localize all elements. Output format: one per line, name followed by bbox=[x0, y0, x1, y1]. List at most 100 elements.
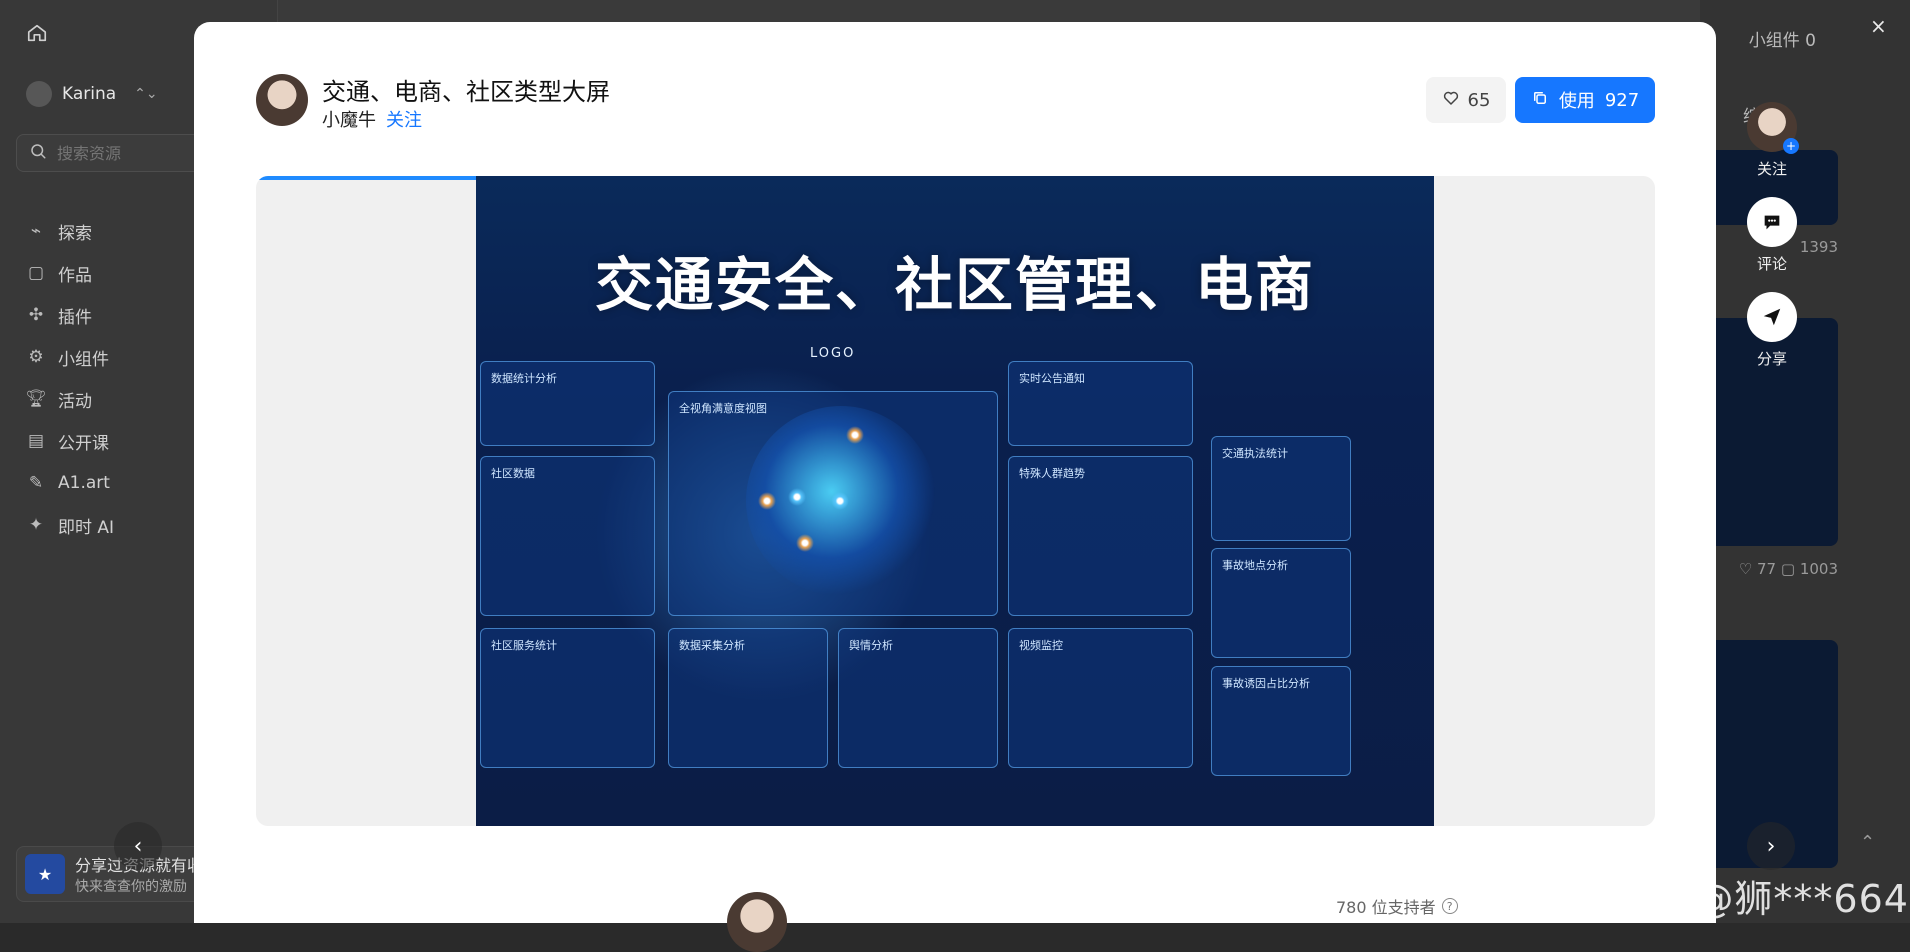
panel-left-top: 数据统计分析 bbox=[480, 361, 655, 446]
hotspot bbox=[831, 492, 849, 510]
work-detail-modal: 交通、电商、社区类型大屏 小魔牛 关注 65 使用 927 交通安全、社区管理、… bbox=[194, 22, 1716, 923]
hotspot bbox=[788, 488, 806, 506]
use-button[interactable]: 使用 927 bbox=[1515, 77, 1655, 123]
supporter-avatar bbox=[727, 892, 787, 952]
chevron-updown-icon: ⌃⌄ bbox=[134, 86, 157, 102]
next-button[interactable]: › bbox=[1747, 822, 1795, 870]
panel-far-right-mid-label: 事故地点分析 bbox=[1222, 557, 1288, 573]
brush-icon: ✎ bbox=[26, 473, 46, 493]
share-icon bbox=[1747, 292, 1797, 342]
panel-right-top-label: 实时公告通知 bbox=[1019, 370, 1085, 386]
panel-left-bottom: 社区服务统计 bbox=[480, 628, 655, 768]
panel-center-bottom-1-label: 数据采集分析 bbox=[679, 637, 745, 653]
explore-icon: ⌁ bbox=[26, 221, 46, 241]
heart-icon bbox=[1442, 89, 1460, 112]
preview-headline: 交通安全、社区管理、电商 bbox=[476, 238, 1434, 322]
panel-right-bottom: 视频监控 bbox=[1008, 628, 1193, 768]
panel-center-label: 全视角满意度视图 bbox=[679, 400, 767, 416]
sidebar-item-label: 活动 bbox=[58, 387, 92, 412]
sidebar-nav: ⌁ 探索 ▢ 作品 ✣ 插件 ⚙ 小组件 🏆︎ 活动 ▤ 公开课 bbox=[26, 210, 114, 546]
user-switcher[interactable]: Karina ⌃⌄ bbox=[26, 80, 158, 108]
author-line: 小魔牛 关注 bbox=[322, 106, 422, 132]
panel-right-bottom-label: 视频监控 bbox=[1019, 637, 1063, 653]
author-avatar[interactable] bbox=[256, 74, 308, 126]
document-icon: ▢ bbox=[26, 263, 46, 283]
sidebar-item-explore[interactable]: ⌁ 探索 bbox=[26, 210, 114, 252]
panel-far-right-mid: 事故地点分析 bbox=[1211, 548, 1351, 658]
preview-image[interactable]: 交通安全、社区管理、电商 LOGO 数据统计分析 社区数据 社区服务统计 全视角… bbox=[476, 176, 1434, 826]
sidebar-item-a1art[interactable]: ✎ A1.art bbox=[26, 462, 114, 504]
work-title: 交通、电商、社区类型大屏 bbox=[322, 72, 610, 107]
thumb-2-stats: ♡ 77 ▢ 1003 bbox=[1739, 560, 1838, 578]
sidebar-item-label: 插件 bbox=[58, 303, 92, 328]
preview-logo: LOGO bbox=[810, 346, 855, 361]
panel-left-top-label: 数据统计分析 bbox=[491, 370, 557, 386]
sidebar-item-instant-ai[interactable]: ✦ 即时 AI bbox=[26, 504, 114, 546]
gear-icon: ⚙ bbox=[26, 347, 46, 367]
supporters-count: 780 位支持者 ? bbox=[1336, 894, 1458, 918]
reward-badge-icon: ★ bbox=[25, 854, 65, 894]
float-comment-label: 评论 bbox=[1757, 253, 1787, 274]
author-name[interactable]: 小魔牛 bbox=[322, 106, 376, 132]
supporters-text: 780 位支持者 bbox=[1336, 894, 1436, 918]
use-label: 使用 bbox=[1559, 87, 1595, 113]
sidebar-item-plugins[interactable]: ✣ 插件 bbox=[26, 294, 114, 336]
sidebar-item-label: 公开课 bbox=[58, 429, 109, 454]
panel-left-mid-label: 社区数据 bbox=[491, 465, 535, 481]
like-count: 65 bbox=[1468, 90, 1491, 111]
reward-banner-subtitle: 快来查查你的激励 bbox=[75, 876, 203, 896]
float-author-avatar: + bbox=[1747, 102, 1797, 152]
thumb-2-likes: ♡ 77 bbox=[1739, 560, 1776, 578]
preview-carousel: 交通安全、社区管理、电商 LOGO 数据统计分析 社区数据 社区服务统计 全视角… bbox=[256, 176, 1655, 826]
panel-center-bottom-2: 舆情分析 bbox=[838, 628, 998, 768]
panel-left-bottom-label: 社区服务统计 bbox=[491, 637, 557, 653]
float-share-label: 分享 bbox=[1757, 348, 1787, 369]
use-count: 927 bbox=[1605, 90, 1639, 111]
prev-button[interactable]: ‹ bbox=[114, 822, 162, 870]
home-icon[interactable] bbox=[26, 22, 48, 44]
float-share[interactable]: 分享 bbox=[1747, 292, 1797, 369]
sidebar-item-works[interactable]: ▢ 作品 bbox=[26, 252, 114, 294]
copy-icon bbox=[1531, 89, 1549, 112]
follow-link[interactable]: 关注 bbox=[386, 106, 422, 132]
widgets-count[interactable]: 小组件 0 bbox=[1749, 26, 1816, 51]
like-button[interactable]: 65 bbox=[1426, 77, 1506, 123]
chevron-left-icon: ‹ bbox=[134, 834, 143, 859]
comment-icon: ▢ bbox=[1781, 560, 1800, 578]
scroll-top-icon[interactable]: ⌃ bbox=[1860, 832, 1886, 858]
sidebar-item-course[interactable]: ▤ 公开课 bbox=[26, 420, 114, 462]
panel-center-bottom-2-label: 舆情分析 bbox=[849, 637, 893, 653]
sidebar-item-label: 即时 AI bbox=[58, 513, 114, 538]
book-icon: ▤ bbox=[26, 431, 46, 451]
panel-right-mid: 特殊人群趋势 bbox=[1008, 456, 1193, 616]
sidebar-item-events[interactable]: 🏆︎ 活动 bbox=[26, 378, 114, 420]
panel-far-right-top: 交通执法统计 bbox=[1211, 436, 1351, 541]
close-button[interactable]: × bbox=[1870, 14, 1887, 38]
help-icon[interactable]: ? bbox=[1442, 898, 1458, 914]
thumb-2-comments: 1003 bbox=[1800, 560, 1838, 578]
panel-far-right-bottom-label: 事故诱因占比分析 bbox=[1222, 675, 1310, 691]
sidebar-item-label: A1.art bbox=[58, 473, 110, 493]
panel-left-mid: 社区数据 bbox=[480, 456, 655, 616]
float-comment[interactable]: 评论 bbox=[1747, 197, 1797, 274]
search-icon bbox=[29, 142, 47, 164]
panel-far-right-bottom: 事故诱因占比分析 bbox=[1211, 666, 1351, 776]
floating-actions: + 关注 评论 分享 bbox=[1742, 102, 1802, 369]
hotspot bbox=[796, 534, 814, 552]
comment-icon bbox=[1747, 197, 1797, 247]
sidebar-item-label: 小组件 bbox=[58, 345, 109, 370]
content-background-right: 1393 ♡ 77 ▢ 1003 bbox=[1700, 0, 1910, 923]
sidebar-item-label: 探索 bbox=[58, 219, 92, 244]
float-follow-label: 关注 bbox=[1757, 158, 1787, 179]
float-follow[interactable]: + 关注 bbox=[1747, 102, 1797, 179]
panel-right-top: 实时公告通知 bbox=[1008, 361, 1193, 446]
hotspot bbox=[846, 426, 864, 444]
sidebar-item-widgets[interactable]: ⚙ 小组件 bbox=[26, 336, 114, 378]
user-name: Karina bbox=[62, 84, 116, 104]
hotspot bbox=[758, 492, 776, 510]
user-avatar bbox=[26, 81, 52, 107]
sidebar-item-label: 作品 bbox=[58, 261, 92, 286]
thumb-1-likes: 1393 bbox=[1800, 238, 1838, 256]
panel-center-bottom-1: 数据采集分析 bbox=[668, 628, 828, 768]
thumb-1-stats: 1393 bbox=[1800, 238, 1838, 256]
